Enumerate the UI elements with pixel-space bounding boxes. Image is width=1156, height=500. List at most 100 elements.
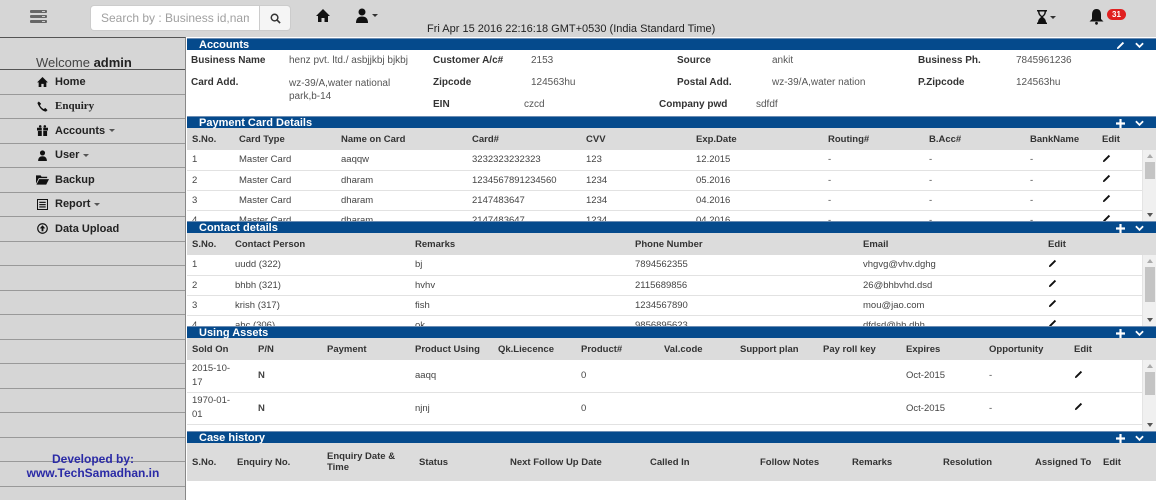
chevron-down-icon	[94, 202, 101, 206]
collapse-cases-button[interactable]	[1135, 435, 1144, 442]
edit-pencil-icon[interactable]	[1074, 402, 1083, 414]
table-cell: 3232323232323	[472, 154, 541, 166]
column-header: Val.code	[664, 343, 703, 355]
table-cell	[493, 392, 576, 424]
bell-icon	[1089, 9, 1104, 25]
business-ph-label: Business Ph.	[918, 55, 981, 66]
add-asset-button[interactable]	[1116, 328, 1125, 338]
collapse-contacts-button[interactable]	[1135, 225, 1144, 232]
home-nav-button[interactable]	[316, 9, 330, 25]
accounts-panel-header: Accounts	[187, 38, 1156, 51]
table-cell: mou@jao.com	[863, 299, 925, 311]
search-input[interactable]	[90, 5, 259, 31]
panel-title: Case history	[199, 432, 266, 444]
edit-pencil-icon[interactable]	[1102, 174, 1111, 186]
scroll-down-arrow[interactable]	[1147, 213, 1153, 217]
edit-pencil-icon[interactable]	[1048, 259, 1057, 271]
p-zipcode-value: 124563hu	[1016, 77, 1061, 88]
table-cell: 2147483647	[472, 194, 525, 206]
notifications-button[interactable]	[1089, 8, 1104, 28]
main-content: Accounts Business Name henz pvt. ltd./ a…	[187, 38, 1156, 489]
payment-cards-table-header: S.No. Card Type Name on Card Card# CVV Exp.Da…	[187, 128, 1156, 150]
edit-pencil-icon[interactable]	[1048, 279, 1057, 291]
column-header: CVV	[586, 133, 606, 145]
table-row: 2015-09-N5000j 0 f Jan-2016hhhh	[187, 424, 1156, 431]
scroll-up-arrow[interactable]	[1147, 259, 1153, 263]
add-card-button[interactable]	[1116, 118, 1125, 128]
plus-icon	[1116, 118, 1125, 128]
table-cell: -	[1030, 194, 1034, 206]
plus-icon	[1116, 433, 1125, 443]
sidebar-item-home[interactable]: Home	[0, 70, 185, 95]
table-cell	[659, 392, 735, 424]
column-header: S.No.	[192, 238, 217, 250]
edit-account-button[interactable]	[1116, 41, 1125, 50]
edit-pencil-icon[interactable]	[1048, 299, 1057, 311]
case-history-table-header: S.No. Enquiry No. Enquiry Date & Time Statu…	[187, 443, 1156, 481]
table-cell: 1	[192, 259, 198, 271]
column-header: Email	[863, 238, 889, 250]
collapse-assets-button[interactable]	[1135, 330, 1144, 337]
column-header: Enquiry No.	[237, 456, 291, 468]
edit-pencil-icon[interactable]	[1102, 194, 1111, 206]
column-header: Payment	[327, 343, 367, 355]
sidebar-item-data-upload[interactable]: Data Upload	[0, 217, 185, 242]
scroll-thumb[interactable]	[1145, 372, 1155, 395]
business-name-value: henz pvt. ltd./ asbjjkbj bjkbj	[289, 55, 408, 66]
sidebar-item-user[interactable]: User	[0, 144, 185, 168]
pending-tasks-button[interactable]	[1037, 10, 1056, 24]
table-cell: Oct-2015	[906, 402, 946, 414]
sidebar-divider	[0, 340, 185, 364]
scroll-down-arrow[interactable]	[1147, 318, 1153, 322]
sidebar-item-enquiry[interactable]: Enquiry	[0, 95, 185, 119]
table-cell: 0	[581, 370, 587, 382]
edit-cell	[1043, 295, 1156, 315]
scroll-up-arrow[interactable]	[1147, 154, 1153, 158]
scroll-down-arrow[interactable]	[1147, 423, 1153, 427]
collapse-cards-button[interactable]	[1135, 120, 1144, 127]
assets-table-body: 2015-10-17 Naaqq 0 Oct-2015 - 1970-01-01 Nnjnj…	[187, 360, 1156, 431]
edit-pencil-icon[interactable]	[1102, 214, 1111, 221]
welcome-prefix: Welcome	[36, 55, 90, 70]
table-cell: njnj	[415, 402, 430, 414]
scroll-thumb[interactable]	[1145, 267, 1155, 302]
chevron-down-icon	[1135, 225, 1144, 231]
sidebar-item-label: Backup	[55, 173, 95, 186]
column-header: Called In	[650, 456, 690, 468]
edit-pencil-icon[interactable]	[1102, 154, 1111, 166]
scrollbar[interactable]	[1142, 360, 1156, 431]
table-cell	[493, 360, 576, 392]
folder-open-icon	[35, 175, 49, 185]
scrollbar[interactable]	[1142, 255, 1156, 326]
collapse-accounts-button[interactable]	[1135, 42, 1144, 49]
table-cell: -	[1030, 214, 1034, 222]
sidebar-item-report[interactable]: Report	[0, 193, 185, 217]
edit-pencil-icon[interactable]	[1048, 319, 1057, 326]
table-cell: hhhh	[984, 424, 1069, 431]
column-header: Remarks	[415, 238, 456, 250]
column-header: Card#	[472, 133, 499, 145]
search-button[interactable]	[259, 5, 291, 31]
column-header: Follow Notes	[760, 456, 820, 468]
table-cell: Jan-2016	[901, 424, 984, 431]
scroll-up-arrow[interactable]	[1147, 364, 1153, 368]
card-add-label: Card Add.	[191, 77, 239, 88]
sidebar-item-backup[interactable]: Backup	[0, 168, 185, 193]
add-case-button[interactable]	[1116, 433, 1125, 443]
developer-link[interactable]: www.TechSamadhan.in	[0, 466, 186, 480]
table-cell: dfdsd@hh.dhh	[863, 319, 925, 327]
scroll-thumb[interactable]	[1145, 162, 1155, 179]
sidebar-item-accounts[interactable]: Accounts	[0, 119, 185, 144]
column-header: Enquiry Date & Time	[327, 451, 396, 473]
column-header: S.No.	[192, 133, 217, 145]
chevron-down-icon	[1135, 120, 1144, 126]
column-header: Next Follow Up Date	[510, 456, 602, 468]
edit-pencil-icon[interactable]	[1074, 370, 1083, 382]
scrollbar[interactable]	[1142, 150, 1156, 221]
column-header: Edit	[1048, 238, 1066, 250]
user-menu-button[interactable]	[355, 8, 378, 23]
sidebar-item-label: Report	[55, 198, 91, 211]
add-contact-button[interactable]	[1116, 223, 1125, 233]
menu-toggle-icon[interactable]	[30, 10, 47, 24]
table-cell: 4	[192, 214, 198, 222]
